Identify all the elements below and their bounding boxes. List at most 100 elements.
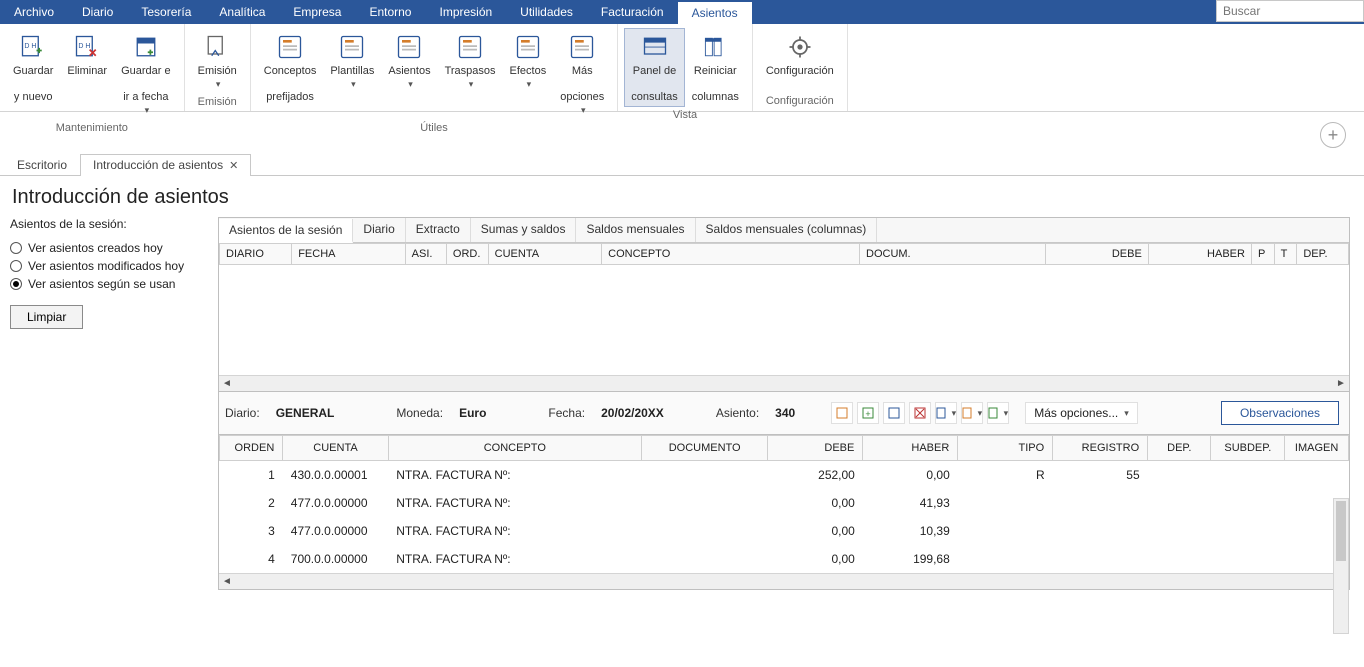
col-cuenta[interactable]: CUENTA [488, 244, 601, 265]
limpiar-button[interactable]: Limpiar [10, 305, 83, 329]
menu-analítica[interactable]: Analítica [205, 0, 279, 24]
radio-ver-asientos-modificados-hoy[interactable]: Ver asientos modificados hoy [10, 259, 208, 273]
col-debe[interactable]: DEBE [1045, 244, 1148, 265]
inner-tab-saldos-mensuales[interactable]: Saldos mensuales [576, 218, 695, 242]
tool-icon-4[interactable] [909, 402, 931, 424]
chevron-down-icon: ▾ [351, 78, 356, 91]
left-panel-header: Asientos de la sesión: [10, 217, 208, 231]
tool-dd-2[interactable]: ▾ [961, 402, 983, 424]
col-fecha[interactable]: FECHA [292, 244, 405, 265]
cell-subdep [1211, 461, 1285, 490]
col-imagen[interactable]: IMAGEN [1285, 436, 1349, 461]
panel-consultas-button[interactable]: Panel deconsultas [624, 28, 684, 107]
diario-label: Diario: [225, 406, 260, 420]
reiniciar-columnas-button[interactable]: Reiniciarcolumnas [685, 28, 746, 107]
guardar-y-nuevo-button[interactable]: D HGuardary nuevo [6, 28, 60, 107]
cell-documento [641, 461, 768, 490]
traspasos-button[interactable]: Traspasos ▾ [438, 28, 503, 94]
menu-archivo[interactable]: Archivo [0, 0, 68, 24]
col-cuenta[interactable]: CUENTA [283, 436, 388, 461]
tool-dd-3[interactable]: ▾ [987, 402, 1009, 424]
scroll-left-icon[interactable]: ◄ [219, 574, 235, 590]
inner-tab-extracto[interactable]: Extracto [406, 218, 471, 242]
scroll-left-icon[interactable]: ◄ [219, 376, 235, 392]
observaciones-button[interactable]: Observaciones [1221, 401, 1339, 425]
close-icon[interactable]: ✕ [229, 160, 238, 172]
asientos-util-button[interactable]: Asientos ▾ [381, 28, 437, 94]
inner-tab-diario[interactable]: Diario [353, 218, 405, 242]
cell-dep [1148, 489, 1211, 517]
col-ord[interactable]: ORD. [446, 244, 488, 265]
col-concepto[interactable]: CONCEPTO [388, 436, 641, 461]
cell-dep [1148, 545, 1211, 573]
horizontal-scrollbar[interactable]: ◄ ► [219, 375, 1349, 391]
menu-impresión[interactable]: Impresión [425, 0, 506, 24]
col-concepto[interactable]: CONCEPTO [602, 244, 860, 265]
radio-ver-asientos-según-se-usan[interactable]: Ver asientos según se usan [10, 277, 208, 291]
menu-facturación[interactable]: Facturación [587, 0, 678, 24]
search-input[interactable] [1216, 0, 1364, 22]
col-subdep[interactable]: SUBDEP. [1211, 436, 1285, 461]
cell-debe: 0,00 [768, 489, 863, 517]
menu-asientos[interactable]: Asientos [678, 0, 752, 24]
mas-opciones-button[interactable]: Másopciones ▾ [553, 28, 611, 120]
table-row[interactable]: 4700.0.0.00000NTRA. FACTURA Nº:0,00199,6… [220, 545, 1349, 573]
tool-icon-3[interactable] [883, 402, 905, 424]
col-documento[interactable]: DOCUMENTO [641, 436, 768, 461]
tool-icon-2[interactable]: + [857, 402, 879, 424]
asiento-label: Asiento: [716, 406, 759, 420]
asiento-value[interactable]: 340 [775, 406, 795, 420]
col-tipo[interactable]: TIPO [958, 436, 1053, 461]
inner-tab-saldos-mensuales-(columnas)[interactable]: Saldos mensuales (columnas) [696, 218, 878, 242]
col-haber[interactable]: HABER [863, 436, 958, 461]
col-dep[interactable]: DEP. [1148, 436, 1211, 461]
add-tab-button[interactable]: + [1320, 122, 1346, 148]
ribbon-group-caption: Vista [673, 107, 697, 123]
col-orden[interactable]: ORDEN [220, 436, 283, 461]
table-row[interactable]: 1430.0.0.00001NTRA. FACTURA Nº:252,000,0… [220, 461, 1349, 490]
emision-button[interactable]: Emisión ▾ [191, 28, 244, 94]
inner-tab-sumas-y-saldos[interactable]: Sumas y saldos [471, 218, 577, 242]
col-diario[interactable]: DIARIO [220, 244, 292, 265]
col-registro[interactable]: REGISTRO [1053, 436, 1148, 461]
tool-dd-1[interactable]: ▾ [935, 402, 957, 424]
tool-icon-1[interactable] [831, 402, 853, 424]
col-debe[interactable]: DEBE [768, 436, 863, 461]
col-dep[interactable]: DEP. [1297, 244, 1349, 265]
mas-opciones-dropdown[interactable]: Más opciones...▾ [1025, 402, 1138, 424]
plantillas-button[interactable]: Plantillas ▾ [323, 28, 381, 94]
entries-horizontal-scrollbar[interactable]: ◄ ► [219, 573, 1349, 589]
col-p[interactable]: P [1251, 244, 1274, 265]
col-asi[interactable]: ASI. [405, 244, 446, 265]
cell-tipo [958, 489, 1053, 517]
cell-subdep [1211, 489, 1285, 517]
cell-concepto: NTRA. FACTURA Nº: [388, 461, 641, 490]
menu-empresa[interactable]: Empresa [279, 0, 355, 24]
configuracion-icon [784, 31, 816, 63]
table-row[interactable]: 2477.0.0.00000NTRA. FACTURA Nº:0,0041,93 [220, 489, 1349, 517]
configuracion-button[interactable]: Configuración [759, 28, 841, 81]
menu-tesorería[interactable]: Tesorería [127, 0, 205, 24]
col-haber[interactable]: HABER [1148, 244, 1251, 265]
conceptos-prefijados-button[interactable]: Conceptosprefijados [257, 28, 324, 107]
fecha-value[interactable]: 20/02/20XX [601, 406, 664, 420]
efectos-button[interactable]: Efectos ▾ [503, 28, 554, 94]
col-docum[interactable]: DOCUM. [860, 244, 1046, 265]
cell-haber: 10,39 [863, 517, 958, 545]
menu-diario[interactable]: Diario [68, 0, 127, 24]
menu-entorno[interactable]: Entorno [355, 0, 425, 24]
chevron-down-icon: ▾ [408, 78, 413, 91]
table-row[interactable]: 3477.0.0.00000NTRA. FACTURA Nº:0,0010,39 [220, 517, 1349, 545]
guardar-ir-fecha-button[interactable]: Guardar eir a fecha ▾ [114, 28, 178, 120]
conceptos-prefijados-icon [274, 31, 306, 63]
radio-ver-asientos-creados-hoy[interactable]: Ver asientos creados hoy [10, 241, 208, 255]
entries-vertical-scrollbar[interactable] [1333, 498, 1349, 634]
scroll-right-icon[interactable]: ► [1333, 376, 1349, 392]
eliminar-button[interactable]: D HEliminar [60, 28, 114, 81]
doctab-escritorio[interactable]: Escritorio [4, 154, 80, 176]
cell-cuenta: 477.0.0.00000 [283, 489, 388, 517]
col-t[interactable]: T [1274, 244, 1297, 265]
menu-utilidades[interactable]: Utilidades [506, 0, 587, 24]
doctab-introducción-de-asientos[interactable]: Introducción de asientos✕ [80, 154, 251, 176]
inner-tab-asientos-de-la-sesión[interactable]: Asientos de la sesión [219, 219, 353, 243]
